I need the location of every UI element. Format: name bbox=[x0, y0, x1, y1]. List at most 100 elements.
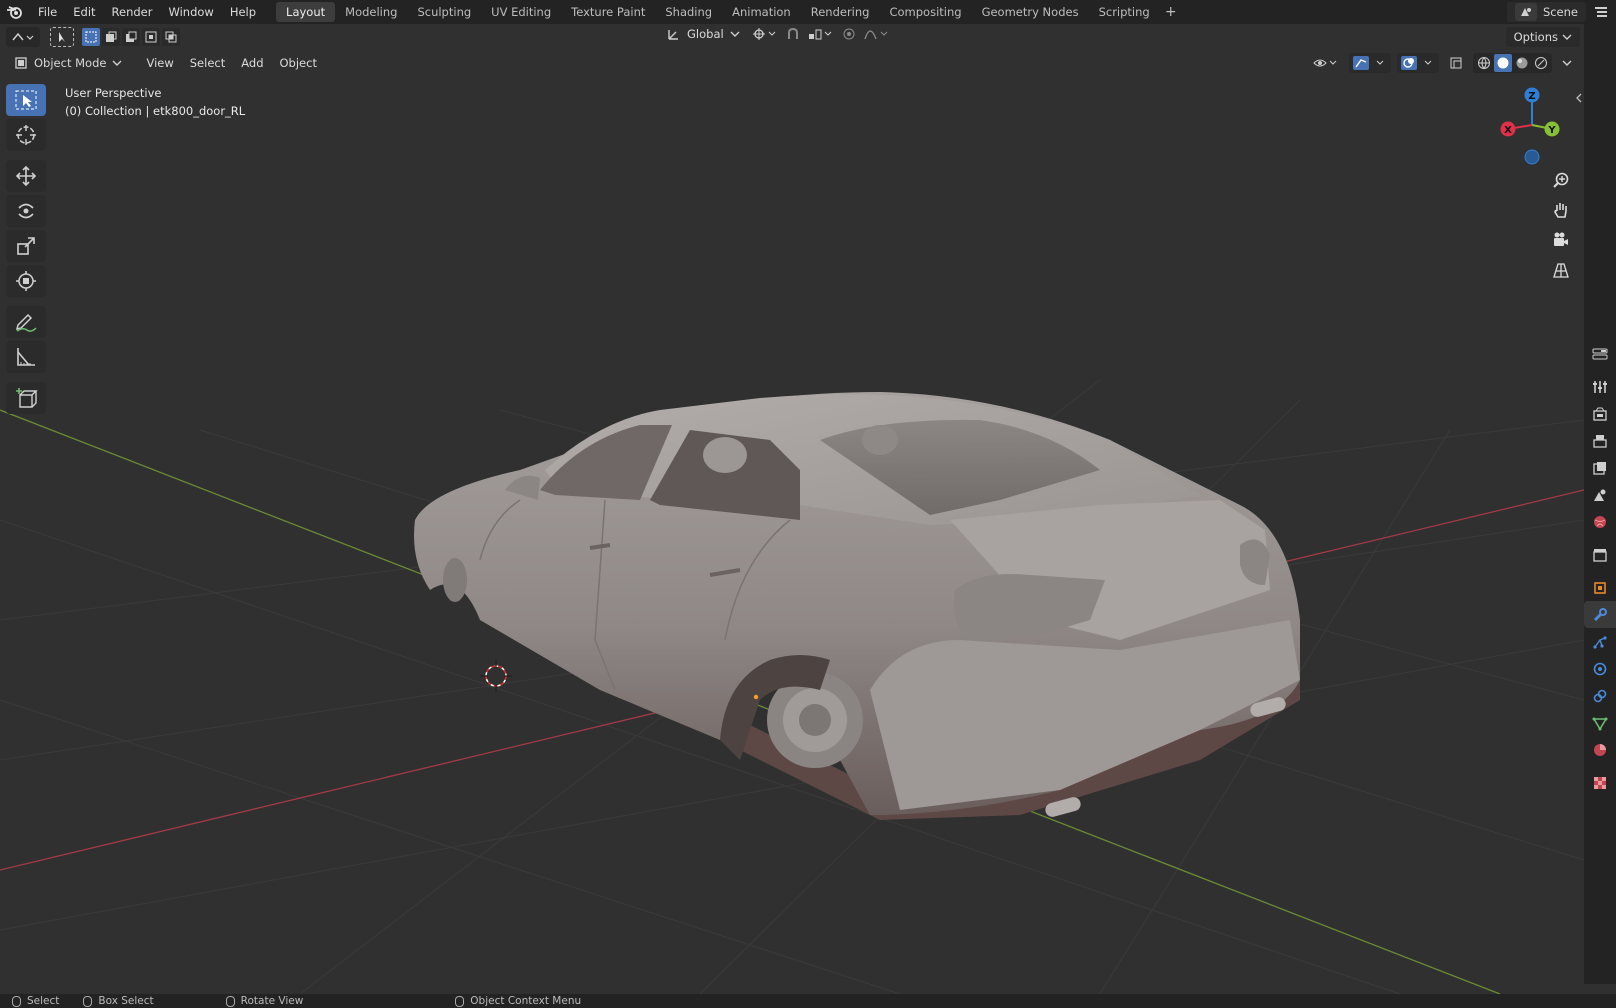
menu-object[interactable]: Object bbox=[272, 56, 325, 70]
shading-mode-group bbox=[1473, 53, 1552, 73]
status-context-menu-label: Object Context Menu bbox=[470, 995, 582, 1007]
move-tool[interactable] bbox=[6, 160, 46, 192]
tab-uv-editing[interactable]: UV Editing bbox=[481, 2, 561, 22]
view-layer-icon[interactable] bbox=[1584, 454, 1616, 481]
tab-layout[interactable]: Layout bbox=[276, 2, 336, 22]
orientation-icon bbox=[668, 30, 678, 40]
material-icon[interactable] bbox=[1584, 736, 1616, 763]
xray-toggle-icon[interactable] bbox=[1445, 53, 1467, 73]
navigation-gizmo[interactable]: Z Y X bbox=[1490, 84, 1570, 172]
blender-logo-icon[interactable] bbox=[0, 0, 30, 24]
left-toolbar bbox=[6, 84, 46, 417]
tab-rendering[interactable]: Rendering bbox=[801, 2, 880, 22]
pivot-point-icon[interactable] bbox=[752, 27, 778, 44]
tab-modeling[interactable]: Modeling bbox=[335, 2, 407, 22]
tool-icon[interactable] bbox=[1584, 373, 1616, 400]
physics-icon[interactable] bbox=[1584, 655, 1616, 682]
gizmo-toggle-icon[interactable] bbox=[1349, 53, 1391, 73]
transform-orientation[interactable]: Global bbox=[667, 27, 740, 41]
menu-edit[interactable]: Edit bbox=[65, 0, 103, 24]
overlays-toggle-icon[interactable] bbox=[1397, 53, 1439, 73]
tab-sculpting[interactable]: Sculpting bbox=[407, 2, 481, 22]
solid-shading-icon[interactable] bbox=[1494, 54, 1512, 72]
zoom-icon[interactable] bbox=[1547, 166, 1575, 194]
perspective-toggle-icon[interactable] bbox=[1547, 256, 1575, 284]
render-icon[interactable] bbox=[1584, 400, 1616, 427]
add-workspace-icon[interactable]: + bbox=[1160, 4, 1182, 20]
tab-shading[interactable]: Shading bbox=[655, 2, 722, 22]
menu-window[interactable]: Window bbox=[160, 0, 221, 24]
options-dropdown[interactable]: Options bbox=[1505, 27, 1580, 47]
select-box-tool[interactable] bbox=[6, 84, 46, 116]
pan-hand-icon[interactable] bbox=[1547, 196, 1575, 224]
world-icon[interactable] bbox=[1584, 508, 1616, 535]
scene-icon[interactable] bbox=[1584, 481, 1616, 508]
car-model[interactable] bbox=[414, 392, 1300, 820]
viewport-3d-scene[interactable] bbox=[0, 76, 1584, 994]
outliner-collapse-icon[interactable] bbox=[1584, 340, 1616, 367]
transform-icon bbox=[16, 271, 36, 291]
snap-target-icon[interactable] bbox=[808, 27, 834, 44]
status-select-label: Select bbox=[27, 995, 60, 1007]
select-intersect-icon[interactable] bbox=[162, 28, 180, 46]
rotate-tool[interactable] bbox=[6, 195, 46, 227]
select-extend-icon[interactable] bbox=[102, 28, 120, 46]
falloff-icon[interactable] bbox=[864, 27, 890, 44]
menu-select[interactable]: Select bbox=[182, 56, 233, 70]
scale-tool[interactable] bbox=[6, 230, 46, 262]
texture-icon[interactable] bbox=[1584, 769, 1616, 796]
tab-scripting[interactable]: Scripting bbox=[1089, 2, 1160, 22]
shading-options-icon[interactable] bbox=[1558, 53, 1576, 73]
properties-tab-strip bbox=[1584, 24, 1616, 984]
cursor-tool[interactable] bbox=[6, 119, 46, 151]
status-rotate-view: Rotate View bbox=[225, 995, 304, 1007]
tab-animation[interactable]: Animation bbox=[722, 2, 801, 22]
sidebar-toggle-icon[interactable] bbox=[1575, 92, 1583, 104]
options-label: Options bbox=[1513, 30, 1558, 44]
active-tool-icon[interactable] bbox=[50, 27, 74, 47]
tool-settings-header: Global Options bbox=[0, 24, 1584, 50]
rendered-shading-icon[interactable] bbox=[1532, 54, 1550, 72]
properties-editor-icon[interactable] bbox=[1588, 0, 1614, 24]
object-mode-icon bbox=[15, 57, 27, 69]
tab-texture-paint[interactable]: Texture Paint bbox=[561, 2, 655, 22]
measure-tool[interactable] bbox=[6, 341, 46, 373]
annotate-icon bbox=[15, 313, 37, 332]
camera-view-icon[interactable] bbox=[1547, 226, 1575, 254]
tab-compositing[interactable]: Compositing bbox=[879, 2, 971, 22]
wireframe-shading-icon[interactable] bbox=[1475, 54, 1493, 72]
transform-tool[interactable] bbox=[6, 265, 46, 297]
menu-render[interactable]: Render bbox=[104, 0, 161, 24]
modifier-icon[interactable] bbox=[1584, 601, 1616, 628]
select-new-icon[interactable] bbox=[82, 28, 100, 46]
status-rotate-view-label: Rotate View bbox=[240, 995, 304, 1007]
rotate-icon bbox=[18, 203, 34, 219]
proportional-editing-icon[interactable] bbox=[842, 27, 856, 44]
tab-geometry-nodes[interactable]: Geometry Nodes bbox=[972, 2, 1089, 22]
menu-help[interactable]: Help bbox=[222, 0, 264, 24]
annotate-tool[interactable] bbox=[6, 306, 46, 338]
add-cube-tool[interactable] bbox=[6, 382, 46, 414]
editor-type-icon[interactable] bbox=[6, 27, 40, 47]
object-icon[interactable] bbox=[1584, 574, 1616, 601]
particles-icon[interactable] bbox=[1584, 628, 1616, 655]
menu-add[interactable]: Add bbox=[233, 56, 271, 70]
menu-file[interactable]: File bbox=[30, 0, 65, 24]
data-icon[interactable] bbox=[1584, 709, 1616, 736]
output-icon[interactable] bbox=[1584, 427, 1616, 454]
visibility-icon[interactable] bbox=[1309, 53, 1343, 73]
status-context-menu: Object Context Menu bbox=[455, 995, 581, 1007]
select-invert-icon[interactable] bbox=[142, 28, 160, 46]
material-shading-icon[interactable] bbox=[1513, 54, 1531, 72]
constraints-icon[interactable] bbox=[1584, 682, 1616, 709]
select-subtract-icon[interactable] bbox=[122, 28, 140, 46]
viewport-header: Object Mode View Select Add Object bbox=[0, 50, 1584, 76]
neg-z-axis-handle[interactable] bbox=[1524, 149, 1540, 165]
collection-icon[interactable] bbox=[1584, 541, 1616, 568]
scene-selector[interactable]: Scene bbox=[1506, 2, 1586, 22]
menu-view[interactable]: View bbox=[138, 56, 181, 70]
scene-icon bbox=[1514, 3, 1537, 21]
3d-cursor[interactable] bbox=[480, 660, 512, 692]
snap-toggle-icon[interactable] bbox=[786, 27, 800, 44]
object-mode-dropdown[interactable]: Object Mode bbox=[8, 53, 128, 73]
